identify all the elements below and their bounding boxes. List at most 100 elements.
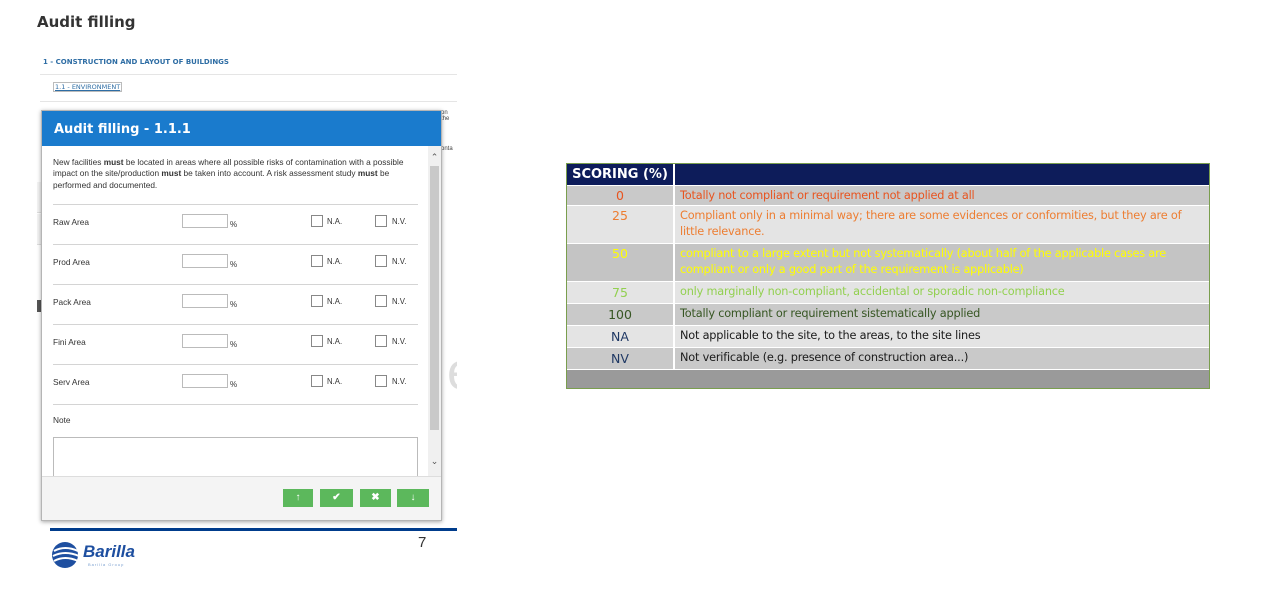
percentage-input[interactable] <box>182 334 228 348</box>
description-text: New facilities <box>53 157 104 167</box>
score-code: NV <box>567 348 675 369</box>
nv-checkbox[interactable] <box>375 215 387 227</box>
area-row-pack: Pack Area % N.A. N.V. <box>53 292 418 312</box>
score-description: compliant to a large extent but not syst… <box>680 247 1167 276</box>
scoring-row: 25 Compliant only in a minimal way; there… <box>567 206 1209 244</box>
na-label: N.A. <box>327 257 343 266</box>
section-title[interactable]: 1 - CONSTRUCTION AND LAYOUT OF BUILDINGS <box>40 50 457 75</box>
confirm-button[interactable]: ✔ <box>320 489 353 507</box>
score-code: 25 <box>567 206 675 243</box>
description-text: be taken into account. A risk assessment… <box>181 168 358 179</box>
divider <box>40 101 457 102</box>
check-icon: ✔ <box>332 492 341 503</box>
background-letter: e <box>447 342 457 402</box>
scroll-down-icon[interactable]: ⌄ <box>428 456 441 467</box>
percent-sign: % <box>230 260 238 269</box>
na-checkbox[interactable] <box>311 295 323 307</box>
arrow-down-icon: ↓ <box>410 492 416 503</box>
scoring-row: NV Not verificable (e.g. presence of cons… <box>567 348 1209 370</box>
scroll-up-icon[interactable]: ⌃ <box>428 152 441 163</box>
percent-sign: % <box>230 380 238 389</box>
divider <box>53 204 418 205</box>
area-label: Pack Area <box>53 297 91 307</box>
brand-tagline: Barilla Group <box>88 562 125 567</box>
description-emphasis: must <box>357 168 378 179</box>
nv-label: N.V. <box>392 257 407 266</box>
area-row-serv: Serv Area % N.A. N.V. <box>53 372 418 392</box>
percentage-input[interactable] <box>182 214 228 228</box>
nv-label: N.V. <box>392 217 407 226</box>
divider <box>53 364 418 365</box>
move-down-button[interactable]: ↓ <box>397 489 429 507</box>
section-title-text: 1 - CONSTRUCTION AND LAYOUT OF BUILDINGS <box>43 58 229 66</box>
dialog-title: Audit filling - 1.1.1 <box>54 122 191 137</box>
dialog-footer: ↑ ✔ ✖ ↓ <box>42 476 441 520</box>
move-up-button[interactable]: ↑ <box>283 489 313 507</box>
scoring-row: 50 compliant to a large extent but not sy… <box>567 244 1209 282</box>
scroll-thumb[interactable] <box>430 166 439 430</box>
score-description: Not applicable to the site, to the areas… <box>680 329 981 342</box>
divider <box>53 284 418 285</box>
percentage-input[interactable] <box>182 374 228 388</box>
na-checkbox[interactable] <box>311 215 323 227</box>
subsection-link[interactable]: 1.1 - ENVIRONMENT <box>53 82 123 92</box>
percentage-input[interactable] <box>182 294 228 308</box>
percent-sign: % <box>230 300 238 309</box>
brand-name: Barilla <box>83 542 135 561</box>
nv-label: N.V. <box>392 377 407 386</box>
hidden-row-text: onta <box>441 146 453 152</box>
requirement-description: New facilities must be located in areas … <box>53 157 413 191</box>
description-emphasis: must <box>103 157 124 167</box>
na-label: N.A. <box>327 377 343 386</box>
scoring-header: SCORING (%) <box>567 164 675 185</box>
percentage-input[interactable] <box>182 254 228 268</box>
scoring-row: NA Not applicable to the site, to the are… <box>567 326 1209 348</box>
nv-checkbox[interactable] <box>375 375 387 387</box>
na-label: N.A. <box>327 337 343 346</box>
score-code: 0 <box>567 186 675 205</box>
barilla-logo-icon <box>52 542 80 568</box>
hidden-row-text: on the <box>441 110 450 122</box>
na-label: N.A. <box>327 297 343 306</box>
score-description: Totally compliant or requirement sistema… <box>680 307 981 320</box>
dialog-scrollbar[interactable]: ⌃ ⌄ <box>428 146 441 476</box>
scoring-row: 100 Totally compliant or requirement sist… <box>567 304 1209 326</box>
score-description: only marginally non-compliant, accidenta… <box>680 285 1065 298</box>
scoring-table: SCORING (%) 0 Totally not compliant or re… <box>566 163 1210 389</box>
divider <box>53 244 418 245</box>
cancel-button[interactable]: ✖ <box>360 489 391 507</box>
area-row-raw: Raw Area % N.A. N.V. <box>53 212 418 232</box>
na-checkbox[interactable] <box>311 335 323 347</box>
score-code: 75 <box>567 282 675 303</box>
na-checkbox[interactable] <box>311 375 323 387</box>
page-heading: Audit filling <box>37 13 136 31</box>
audit-filling-dialog: Audit filling - 1.1.1 New facilities mus… <box>41 110 442 521</box>
score-description: Not verificable (e.g. presence of constr… <box>680 351 969 364</box>
area-row-fini: Fini Area % N.A. N.V. <box>53 332 418 352</box>
score-code: 50 <box>567 244 675 281</box>
score-code: 100 <box>567 304 675 325</box>
percent-sign: % <box>230 220 238 229</box>
arrow-up-icon: ↑ <box>295 492 301 503</box>
percent-sign: % <box>230 340 238 349</box>
note-textarea[interactable] <box>53 437 418 476</box>
dialog-header: Audit filling - 1.1.1 <box>42 111 441 146</box>
na-checkbox[interactable] <box>311 255 323 267</box>
area-label: Serv Area <box>53 377 90 387</box>
nv-label: N.V. <box>392 297 407 306</box>
scoring-header-row: SCORING (%) <box>567 164 1209 186</box>
na-label: N.A. <box>327 217 343 226</box>
dialog-body: New facilities must be located in areas … <box>42 146 428 476</box>
divider <box>53 324 418 325</box>
area-label: Raw Area <box>53 217 89 227</box>
note-label: Note <box>53 415 71 425</box>
area-label: Prod Area <box>53 257 90 267</box>
nv-checkbox[interactable] <box>375 255 387 267</box>
header-fill <box>675 164 1209 185</box>
nv-checkbox[interactable] <box>375 335 387 347</box>
score-description: Compliant only in a minimal way; there a… <box>680 209 1182 238</box>
nv-label: N.V. <box>392 337 407 346</box>
scoring-row: 0 Totally not compliant or requirement no… <box>567 186 1209 206</box>
area-row-prod: Prod Area % N.A. N.V. <box>53 252 418 272</box>
nv-checkbox[interactable] <box>375 295 387 307</box>
